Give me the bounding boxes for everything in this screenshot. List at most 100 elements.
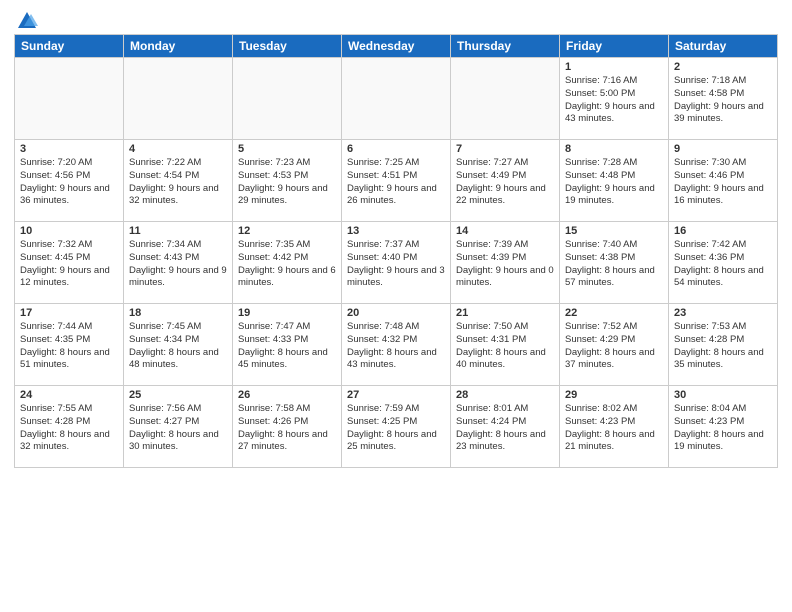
day-info: Sunrise: 7:35 AM Sunset: 4:42 PM Dayligh…	[238, 239, 336, 290]
day-info: Sunrise: 7:52 AM Sunset: 4:29 PM Dayligh…	[565, 321, 663, 372]
day-info: Sunrise: 7:50 AM Sunset: 4:31 PM Dayligh…	[456, 321, 554, 372]
day-number: 10	[20, 225, 118, 237]
day-number: 18	[129, 307, 227, 319]
calendar-cell: 9 Sunrise: 7:30 AM Sunset: 4:46 PM Daylig…	[669, 140, 778, 222]
calendar-cell: 24 Sunrise: 7:55 AM Sunset: 4:28 PM Dayli…	[15, 386, 124, 468]
day-number: 2	[674, 61, 772, 73]
day-info: Sunrise: 7:16 AM Sunset: 5:00 PM Dayligh…	[565, 75, 663, 126]
day-info: Sunrise: 7:44 AM Sunset: 4:35 PM Dayligh…	[20, 321, 118, 372]
day-header-saturday: Saturday	[669, 35, 778, 58]
day-info: Sunrise: 7:22 AM Sunset: 4:54 PM Dayligh…	[129, 157, 227, 208]
day-number: 15	[565, 225, 663, 237]
day-info: Sunrise: 7:30 AM Sunset: 4:46 PM Dayligh…	[674, 157, 772, 208]
day-number: 24	[20, 389, 118, 401]
day-info: Sunrise: 7:45 AM Sunset: 4:34 PM Dayligh…	[129, 321, 227, 372]
calendar: SundayMondayTuesdayWednesdayThursdayFrid…	[14, 34, 778, 468]
week-row-4: 17 Sunrise: 7:44 AM Sunset: 4:35 PM Dayli…	[15, 304, 778, 386]
day-info: Sunrise: 7:53 AM Sunset: 4:28 PM Dayligh…	[674, 321, 772, 372]
logo-icon	[16, 10, 38, 32]
day-number: 3	[20, 143, 118, 155]
day-number: 23	[674, 307, 772, 319]
day-info: Sunrise: 7:25 AM Sunset: 4:51 PM Dayligh…	[347, 157, 445, 208]
calendar-cell: 10 Sunrise: 7:32 AM Sunset: 4:45 PM Dayli…	[15, 222, 124, 304]
calendar-cell: 30 Sunrise: 8:04 AM Sunset: 4:23 PM Dayli…	[669, 386, 778, 468]
logo-area	[14, 10, 38, 28]
day-info: Sunrise: 7:55 AM Sunset: 4:28 PM Dayligh…	[20, 403, 118, 454]
day-number: 7	[456, 143, 554, 155]
day-number: 30	[674, 389, 772, 401]
calendar-cell: 7 Sunrise: 7:27 AM Sunset: 4:49 PM Daylig…	[451, 140, 560, 222]
day-number: 27	[347, 389, 445, 401]
header	[14, 10, 778, 28]
day-info: Sunrise: 7:23 AM Sunset: 4:53 PM Dayligh…	[238, 157, 336, 208]
day-number: 26	[238, 389, 336, 401]
day-info: Sunrise: 7:47 AM Sunset: 4:33 PM Dayligh…	[238, 321, 336, 372]
calendar-cell	[233, 58, 342, 140]
day-info: Sunrise: 7:32 AM Sunset: 4:45 PM Dayligh…	[20, 239, 118, 290]
calendar-cell: 11 Sunrise: 7:34 AM Sunset: 4:43 PM Dayli…	[124, 222, 233, 304]
calendar-cell: 28 Sunrise: 8:01 AM Sunset: 4:24 PM Dayli…	[451, 386, 560, 468]
calendar-cell	[124, 58, 233, 140]
day-number: 16	[674, 225, 772, 237]
day-number: 1	[565, 61, 663, 73]
day-info: Sunrise: 8:02 AM Sunset: 4:23 PM Dayligh…	[565, 403, 663, 454]
calendar-cell	[15, 58, 124, 140]
day-number: 25	[129, 389, 227, 401]
calendar-cell: 22 Sunrise: 7:52 AM Sunset: 4:29 PM Dayli…	[560, 304, 669, 386]
day-number: 4	[129, 143, 227, 155]
day-number: 6	[347, 143, 445, 155]
calendar-cell: 18 Sunrise: 7:45 AM Sunset: 4:34 PM Dayli…	[124, 304, 233, 386]
day-info: Sunrise: 8:04 AM Sunset: 4:23 PM Dayligh…	[674, 403, 772, 454]
calendar-cell: 5 Sunrise: 7:23 AM Sunset: 4:53 PM Daylig…	[233, 140, 342, 222]
day-number: 12	[238, 225, 336, 237]
calendar-header-row: SundayMondayTuesdayWednesdayThursdayFrid…	[15, 35, 778, 58]
day-number: 14	[456, 225, 554, 237]
calendar-cell: 13Sunrise: 7:37 AM Sunset: 4:40 PM Dayli…	[342, 222, 451, 304]
day-number: 28	[456, 389, 554, 401]
day-number: 8	[565, 143, 663, 155]
calendar-cell	[451, 58, 560, 140]
day-number: 22	[565, 307, 663, 319]
day-header-sunday: Sunday	[15, 35, 124, 58]
calendar-cell: 29Sunrise: 8:02 AM Sunset: 4:23 PM Dayli…	[560, 386, 669, 468]
day-info: Sunrise: 7:20 AM Sunset: 4:56 PM Dayligh…	[20, 157, 118, 208]
calendar-cell: 14Sunrise: 7:39 AM Sunset: 4:39 PM Dayli…	[451, 222, 560, 304]
page: SundayMondayTuesdayWednesdayThursdayFrid…	[0, 0, 792, 612]
week-row-2: 3 Sunrise: 7:20 AM Sunset: 4:56 PM Daylig…	[15, 140, 778, 222]
calendar-cell: 1 Sunrise: 7:16 AM Sunset: 5:00 PM Daylig…	[560, 58, 669, 140]
day-info: Sunrise: 7:40 AM Sunset: 4:38 PM Dayligh…	[565, 239, 663, 290]
calendar-cell: 19 Sunrise: 7:47 AM Sunset: 4:33 PM Dayli…	[233, 304, 342, 386]
day-number: 20	[347, 307, 445, 319]
calendar-cell	[342, 58, 451, 140]
week-row-1: 1 Sunrise: 7:16 AM Sunset: 5:00 PM Daylig…	[15, 58, 778, 140]
day-number: 11	[129, 225, 227, 237]
day-info: Sunrise: 7:28 AM Sunset: 4:48 PM Dayligh…	[565, 157, 663, 208]
day-header-friday: Friday	[560, 35, 669, 58]
calendar-cell: 26 Sunrise: 7:58 AM Sunset: 4:26 PM Dayli…	[233, 386, 342, 468]
calendar-cell: 20 Sunrise: 7:48 AM Sunset: 4:32 PM Dayli…	[342, 304, 451, 386]
day-info: Sunrise: 7:58 AM Sunset: 4:26 PM Dayligh…	[238, 403, 336, 454]
day-info: Sunrise: 7:27 AM Sunset: 4:49 PM Dayligh…	[456, 157, 554, 208]
calendar-cell: 8 Sunrise: 7:28 AM Sunset: 4:48 PM Daylig…	[560, 140, 669, 222]
calendar-cell: 23 Sunrise: 7:53 AM Sunset: 4:28 PM Dayli…	[669, 304, 778, 386]
day-header-thursday: Thursday	[451, 35, 560, 58]
day-info: Sunrise: 8:01 AM Sunset: 4:24 PM Dayligh…	[456, 403, 554, 454]
day-header-monday: Monday	[124, 35, 233, 58]
day-info: Sunrise: 7:34 AM Sunset: 4:43 PM Dayligh…	[129, 239, 227, 290]
calendar-cell: 25 Sunrise: 7:56 AM Sunset: 4:27 PM Dayli…	[124, 386, 233, 468]
day-info: Sunrise: 7:56 AM Sunset: 4:27 PM Dayligh…	[129, 403, 227, 454]
calendar-cell: 21 Sunrise: 7:50 AM Sunset: 4:31 PM Dayli…	[451, 304, 560, 386]
day-number: 5	[238, 143, 336, 155]
day-number: 21	[456, 307, 554, 319]
day-info: Sunrise: 7:42 AM Sunset: 4:36 PM Dayligh…	[674, 239, 772, 290]
calendar-cell: 6 Sunrise: 7:25 AM Sunset: 4:51 PM Daylig…	[342, 140, 451, 222]
calendar-cell: 12 Sunrise: 7:35 AM Sunset: 4:42 PM Dayli…	[233, 222, 342, 304]
calendar-cell: 27Sunrise: 7:59 AM Sunset: 4:25 PM Dayli…	[342, 386, 451, 468]
day-number: 9	[674, 143, 772, 155]
day-number: 19	[238, 307, 336, 319]
day-header-tuesday: Tuesday	[233, 35, 342, 58]
day-number: 17	[20, 307, 118, 319]
day-header-wednesday: Wednesday	[342, 35, 451, 58]
day-info: Sunrise: 7:48 AM Sunset: 4:32 PM Dayligh…	[347, 321, 445, 372]
calendar-cell: 3 Sunrise: 7:20 AM Sunset: 4:56 PM Daylig…	[15, 140, 124, 222]
